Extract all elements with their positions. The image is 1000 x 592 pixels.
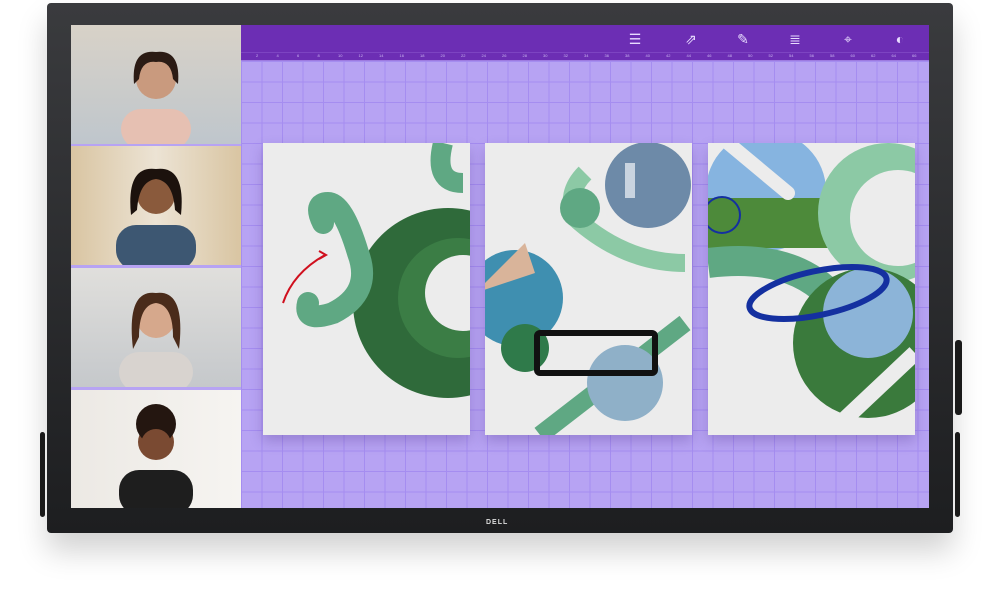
layers-icon[interactable]: ≣ bbox=[786, 30, 804, 48]
ruler-tick-label: 58 bbox=[830, 53, 835, 58]
ruler-tick-label: 32 bbox=[563, 53, 568, 58]
ruler-tick-label: 44 bbox=[686, 53, 691, 58]
board-page-3[interactable] bbox=[708, 143, 915, 435]
canvas[interactable] bbox=[241, 61, 929, 508]
ruler-tick-label: 2 bbox=[256, 53, 259, 58]
ruler-tick-label: 22 bbox=[461, 53, 466, 58]
ruler: 2 4 6 8 10 12 14 16 18 20 22 24 26 28 30 32 34 36 38 40 42 44… bbox=[241, 52, 929, 61]
screen: ☰ ⇗ ✎ ≣ ⌖ ◐ 2 4 6 8 10 12 14 16 18 20 22 24 26 28 30 32 34 36 3… bbox=[71, 25, 929, 508]
ruler-tick-label: 6 bbox=[297, 53, 300, 58]
ruler-tick-label: 42 bbox=[666, 53, 671, 58]
ruler-tick-label: 60 bbox=[850, 53, 855, 58]
ruler-tick-label: 24 bbox=[481, 53, 486, 58]
board-page-2[interactable] bbox=[485, 143, 692, 435]
ruler-tick-label: 50 bbox=[748, 53, 753, 58]
pencil-icon[interactable]: ✎ bbox=[734, 30, 752, 48]
ruler-tick-label: 26 bbox=[502, 53, 507, 58]
ruler-tick-label: 40 bbox=[645, 53, 650, 58]
sliders-icon[interactable]: ☰ bbox=[626, 30, 644, 48]
video-call-panel bbox=[71, 25, 241, 508]
ruler-tick-label: 8 bbox=[317, 53, 320, 58]
ruler-tick-label: 20 bbox=[440, 53, 445, 58]
ruler-tick-label: 16 bbox=[399, 53, 404, 58]
ruler-tick-label: 66 bbox=[912, 53, 917, 58]
focus-target-icon[interactable]: ⌖ bbox=[839, 30, 857, 48]
ruler-tick-label: 14 bbox=[379, 53, 384, 58]
stylus-right bbox=[955, 432, 960, 517]
dell-logo: DELL bbox=[486, 519, 509, 526]
ruler-tick-label: 46 bbox=[707, 53, 712, 58]
ruler-tick-label: 62 bbox=[871, 53, 876, 58]
ruler-tick-label: 48 bbox=[727, 53, 732, 58]
ruler-tick-label: 52 bbox=[768, 53, 773, 58]
share-screen-icon[interactable]: ⇗ bbox=[682, 30, 700, 48]
palette-icon[interactable]: ◐ bbox=[891, 30, 909, 48]
ruler-tick-label: 12 bbox=[358, 53, 363, 58]
ruler-tick-label: 10 bbox=[338, 53, 343, 58]
ruler-tick-label: 34 bbox=[584, 53, 589, 58]
participant-tile[interactable] bbox=[71, 390, 241, 508]
board-page-1[interactable] bbox=[263, 143, 470, 435]
participant-tile[interactable] bbox=[71, 146, 241, 265]
ruler-tick-label: 36 bbox=[604, 53, 609, 58]
ruler-tick-label: 56 bbox=[809, 53, 814, 58]
stylus-left bbox=[40, 432, 45, 517]
whiteboard-app: ☰ ⇗ ✎ ≣ ⌖ ◐ 2 4 6 8 10 12 14 16 18 20 22 24 26 28 30 32 34 36 3… bbox=[241, 25, 929, 508]
toolbar: ☰ ⇗ ✎ ≣ ⌖ ◐ bbox=[241, 25, 929, 52]
ruler-tick-label: 30 bbox=[543, 53, 548, 58]
ruler-tick-label: 54 bbox=[789, 53, 794, 58]
control-puck bbox=[955, 340, 962, 415]
ruler-tick-label: 18 bbox=[420, 53, 425, 58]
ruler-tick-label: 64 bbox=[891, 53, 896, 58]
ruler-tick-label: 28 bbox=[522, 53, 527, 58]
participant-tile[interactable] bbox=[71, 268, 241, 387]
ruler-tick-label: 38 bbox=[625, 53, 630, 58]
participant-tile[interactable] bbox=[71, 25, 241, 144]
ruler-tick-label: 4 bbox=[276, 53, 279, 58]
